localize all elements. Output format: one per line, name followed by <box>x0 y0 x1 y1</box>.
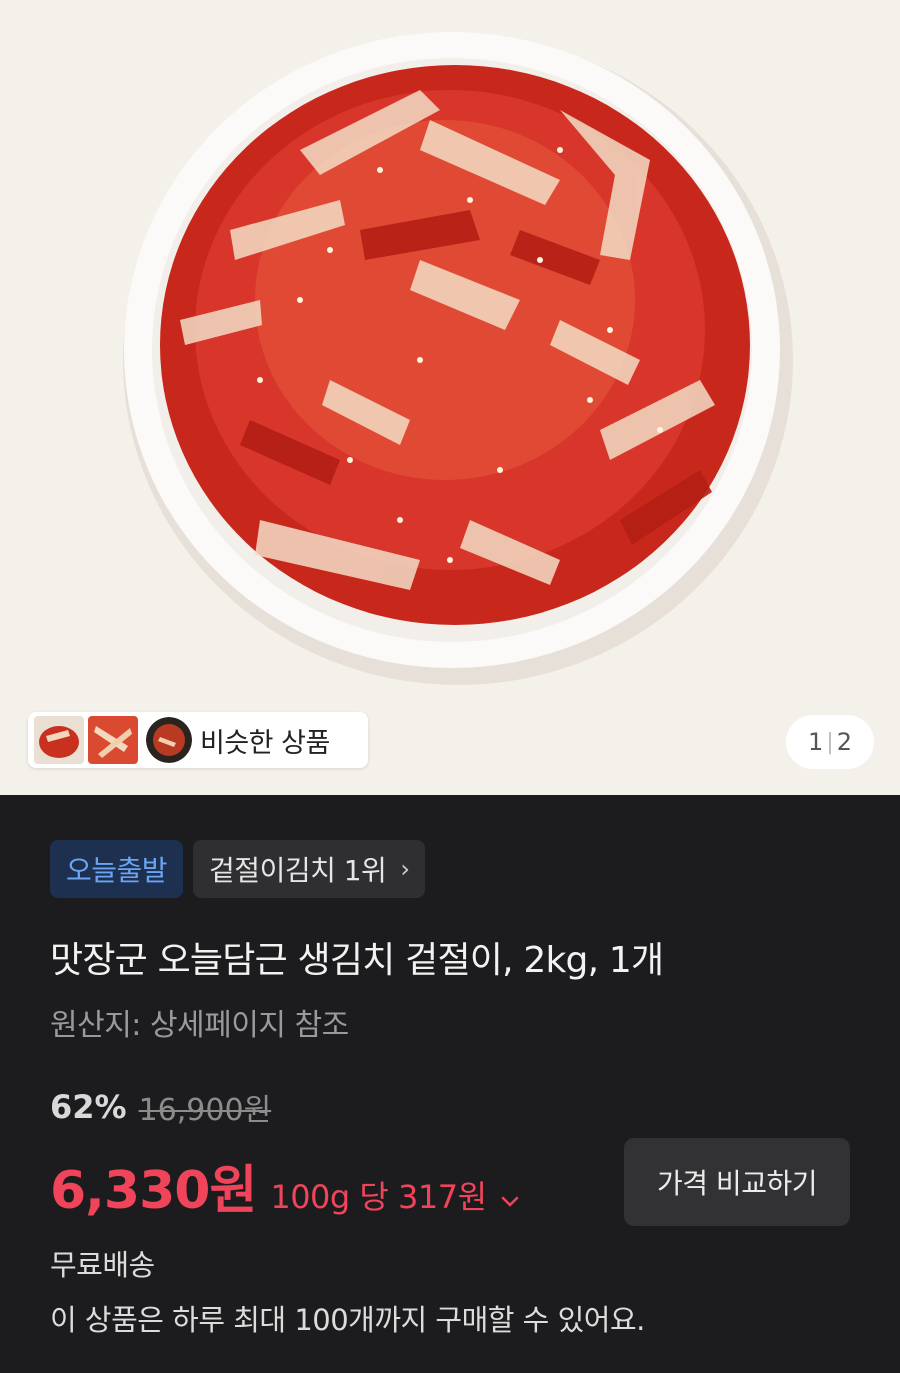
pager-total: 2 <box>836 728 852 756</box>
discount-row: 62% 16,900원 <box>50 1085 271 1129</box>
badge-row: 오늘출발 겉절이김치 1위 › <box>50 840 426 898</box>
original-price: 16,900원 <box>138 1093 272 1128</box>
similar-thumb-2 <box>88 716 138 764</box>
product-info-panel: 오늘출발 겉절이김치 1위 › 맛장군 오늘담근 생김치 겉절이, 2kg, 1… <box>0 795 900 1373</box>
price-row: 6,330원 100g 당 317원 <box>50 1148 519 1223</box>
pager-current: 1 <box>808 728 824 756</box>
pager-separator: | <box>826 729 834 755</box>
similar-products-label: 비슷한 상품 <box>200 727 330 759</box>
compare-price-button[interactable]: 가격 비교하기 <box>624 1138 850 1226</box>
similar-thumb-3 <box>146 717 192 763</box>
similar-thumb-1 <box>34 716 84 764</box>
free-shipping-text: 무료배송 <box>50 1248 155 1282</box>
similar-products-chip[interactable]: 비슷한 상품 <box>28 712 368 768</box>
category-rank-badge[interactable]: 겉절이김치 1위 › <box>193 840 426 898</box>
origin-text: 원산지: 상세페이지 참조 <box>50 1008 349 1043</box>
unit-price[interactable]: 100g 당 317원 <box>270 1172 487 1218</box>
chevron-right-icon: › <box>400 855 410 883</box>
product-title: 맛장군 오늘담근 생김치 겉절이, 2kg, 1개 <box>50 940 664 981</box>
kimchi-plate-photo <box>0 0 900 795</box>
discount-percent: 62% <box>50 1088 127 1126</box>
image-pager: 1 | 2 <box>786 715 874 769</box>
product-image-area[interactable]: 비슷한 상품 1 | 2 <box>0 0 900 795</box>
purchase-limit-notice: 이 상품은 하루 최대 100개까지 구매할 수 있어요. <box>50 1303 645 1337</box>
rank-label: 겉절이김치 1위 <box>209 854 387 887</box>
sale-price: 6,330원 <box>50 1161 257 1221</box>
today-ship-badge: 오늘출발 <box>50 840 184 898</box>
chevron-down-icon[interactable] <box>501 1186 519 1214</box>
